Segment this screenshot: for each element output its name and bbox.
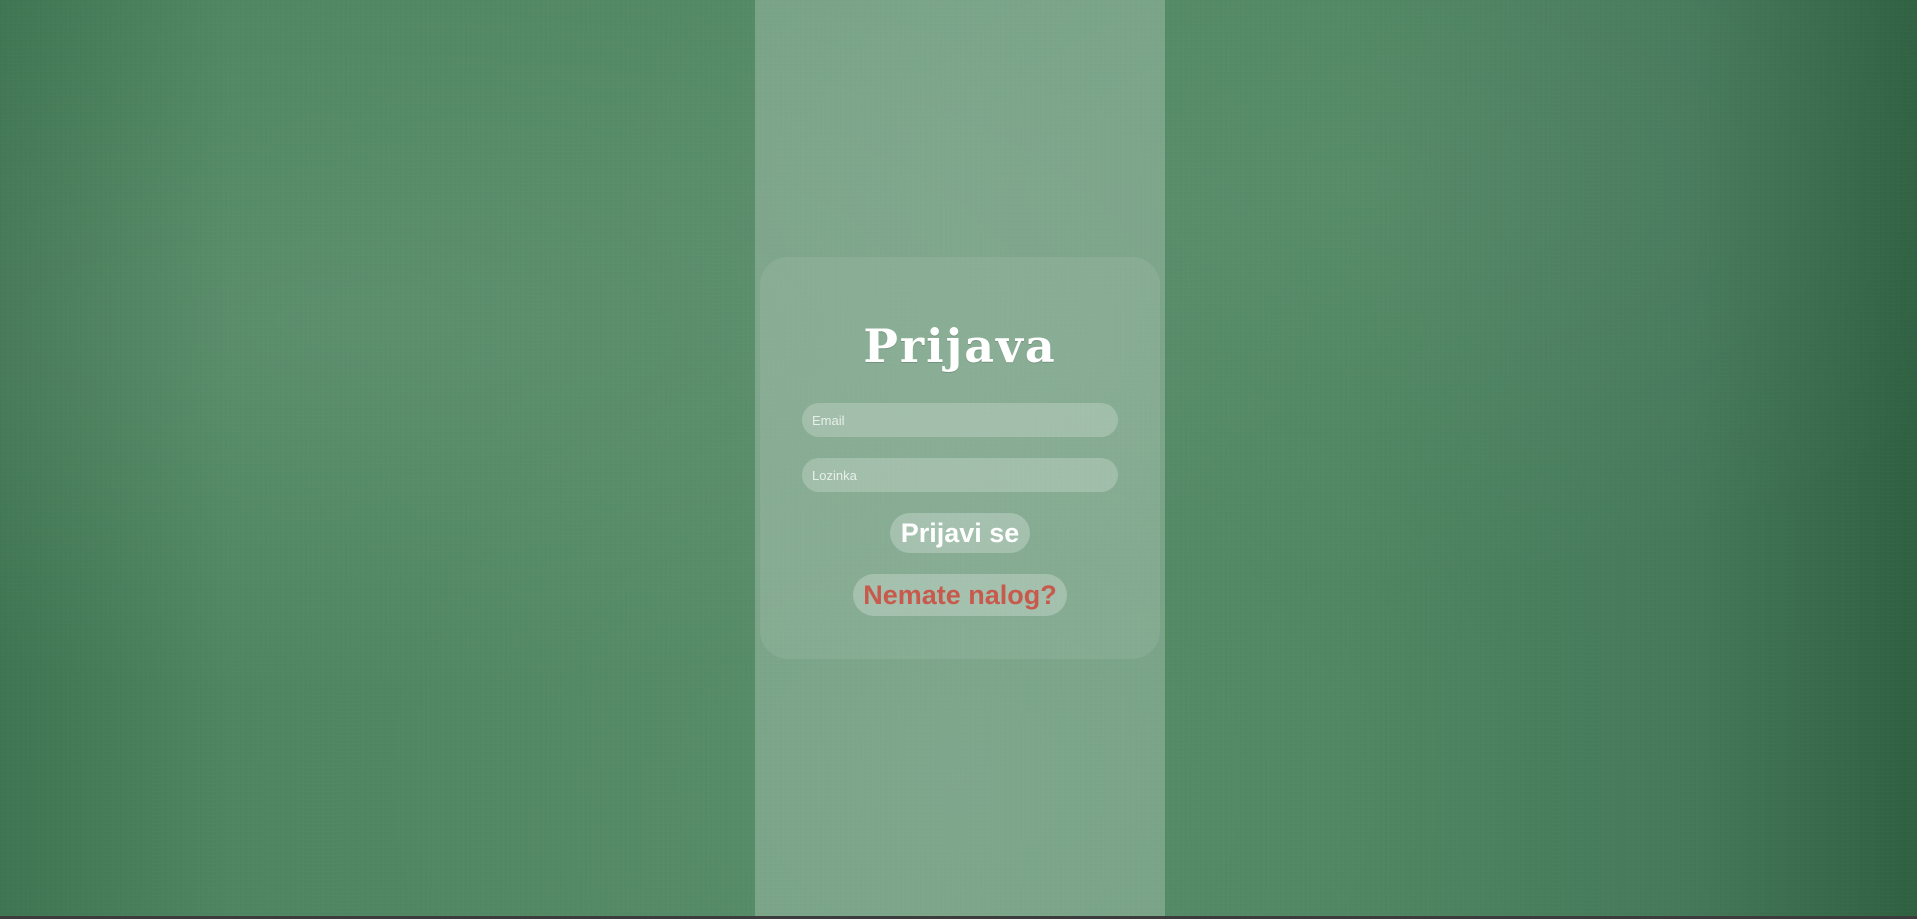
login-form: Prijava Prijavi se Nemate nalog? [760, 257, 1160, 659]
password-input[interactable] [802, 458, 1118, 492]
login-title: Prijava [863, 319, 1057, 373]
email-input[interactable] [802, 403, 1118, 437]
login-button[interactable]: Prijavi se [890, 513, 1030, 553]
register-link-button[interactable]: Nemate nalog? [853, 574, 1067, 616]
